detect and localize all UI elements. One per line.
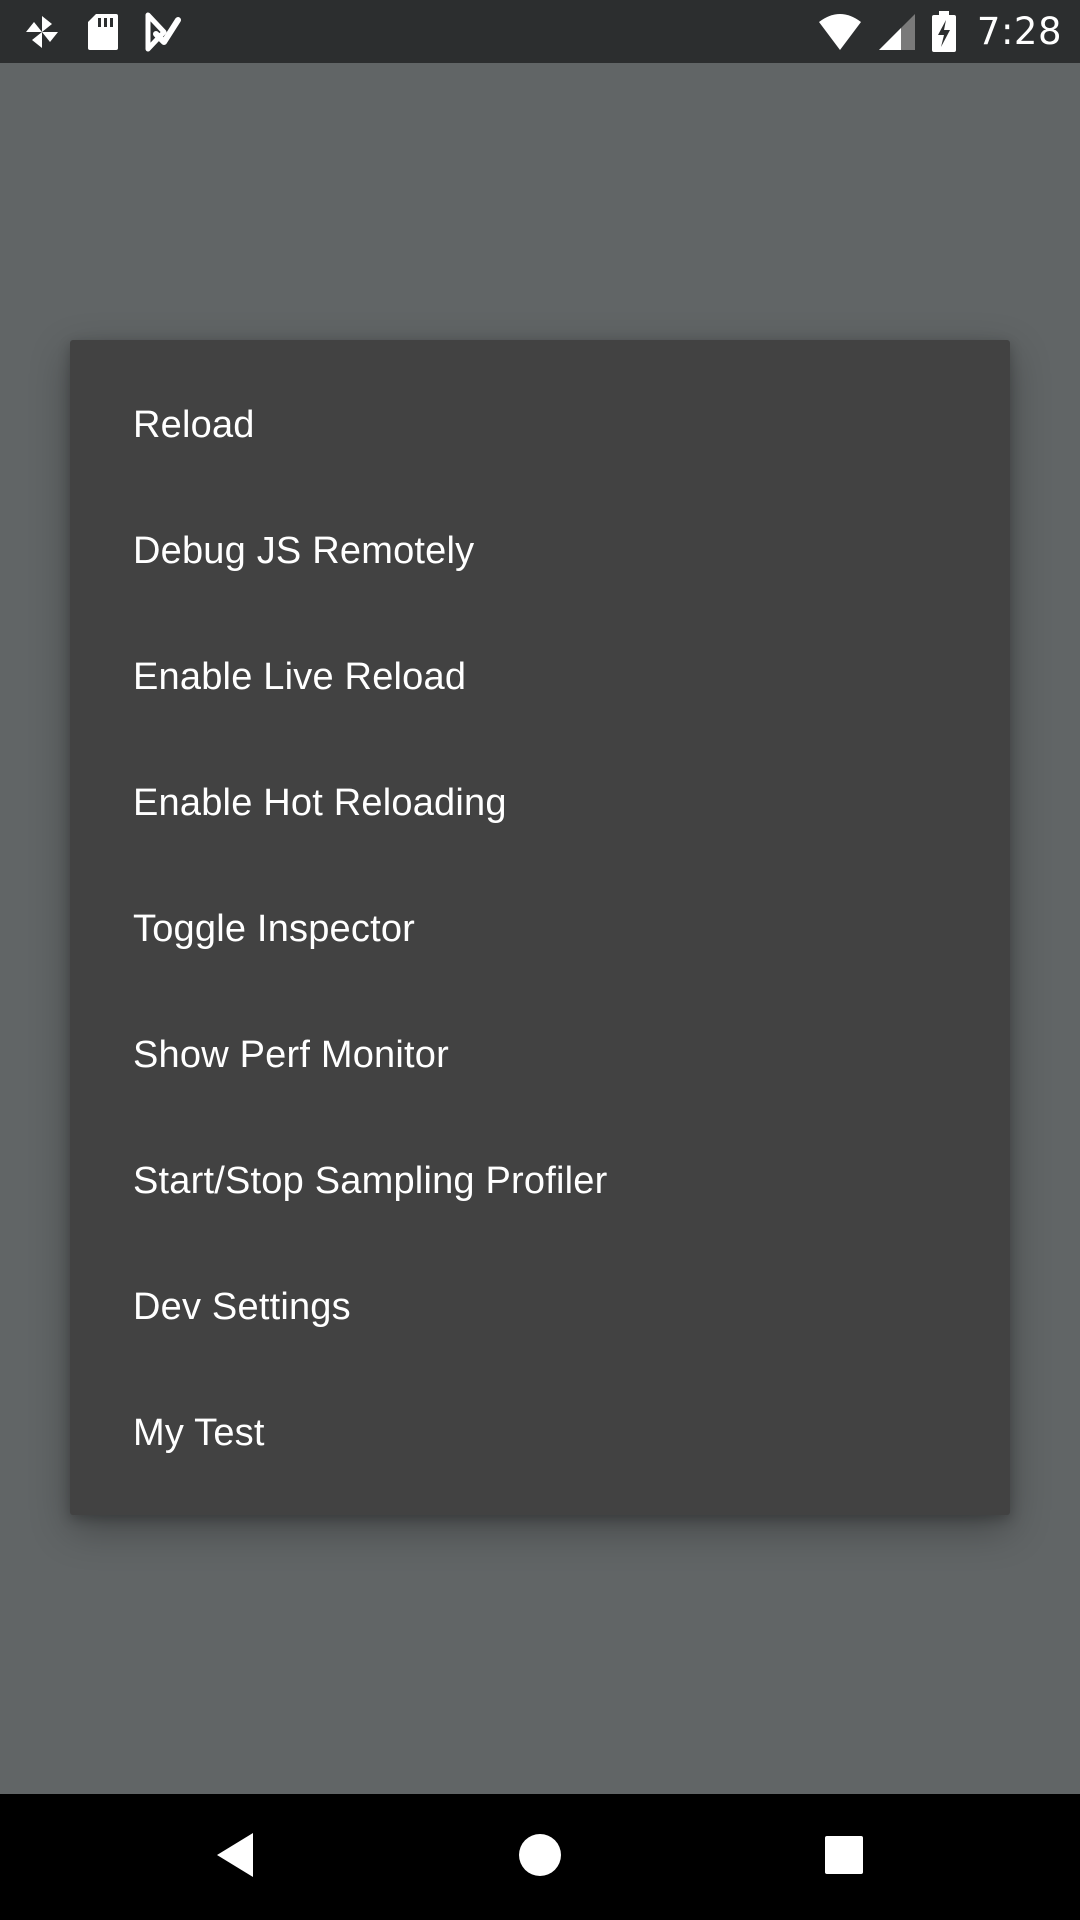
menu-item-debug-js-remotely[interactable]: Debug JS Remotely	[70, 488, 1010, 614]
menu-item-sampling-profiler[interactable]: Start/Stop Sampling Profiler	[70, 1118, 1010, 1244]
dev-menu-dialog: Reload Debug JS Remotely Enable Live Rel…	[70, 340, 1010, 1515]
battery-charging-icon	[931, 10, 957, 53]
menu-item-reload[interactable]: Reload	[70, 362, 1010, 488]
status-bar-notifications	[22, 0, 182, 63]
menu-item-enable-hot-reloading[interactable]: Enable Hot Reloading	[70, 740, 1010, 866]
menu-item-label: Enable Live Reload	[133, 655, 467, 698]
menu-item-label: Enable Hot Reloading	[133, 781, 507, 824]
back-icon	[213, 1831, 257, 1883]
sd-card-icon	[86, 12, 120, 52]
menu-item-enable-live-reload[interactable]: Enable Live Reload	[70, 614, 1010, 740]
menu-item-show-perf-monitor[interactable]: Show Perf Monitor	[70, 992, 1010, 1118]
clock-time: 7:28	[976, 10, 1062, 53]
menu-item-label: Reload	[133, 403, 255, 446]
recents-button[interactable]	[784, 1794, 904, 1920]
home-button[interactable]	[480, 1794, 600, 1920]
menu-item-dev-settings[interactable]: Dev Settings	[70, 1244, 1010, 1370]
menu-item-label: Toggle Inspector	[133, 907, 416, 950]
navigation-bar	[0, 1794, 1080, 1920]
cell-signal-icon	[877, 12, 917, 52]
menu-item-label: Debug JS Remotely	[133, 529, 475, 572]
pinwheel-icon	[22, 12, 62, 52]
play-store-icon	[144, 12, 182, 52]
menu-item-label: Show Perf Monitor	[133, 1033, 449, 1076]
menu-item-my-test[interactable]: My Test	[70, 1370, 1010, 1496]
menu-item-label: My Test	[133, 1411, 265, 1454]
back-button[interactable]	[175, 1794, 295, 1920]
status-bar-system: 7:28	[817, 0, 1062, 63]
menu-item-toggle-inspector[interactable]: Toggle Inspector	[70, 866, 1010, 992]
menu-item-label: Start/Stop Sampling Profiler	[133, 1159, 608, 1202]
status-bar: 7:28	[0, 0, 1080, 63]
wifi-icon	[817, 12, 863, 52]
home-icon	[518, 1833, 562, 1881]
recents-icon	[824, 1835, 864, 1879]
menu-item-label: Dev Settings	[133, 1285, 351, 1328]
